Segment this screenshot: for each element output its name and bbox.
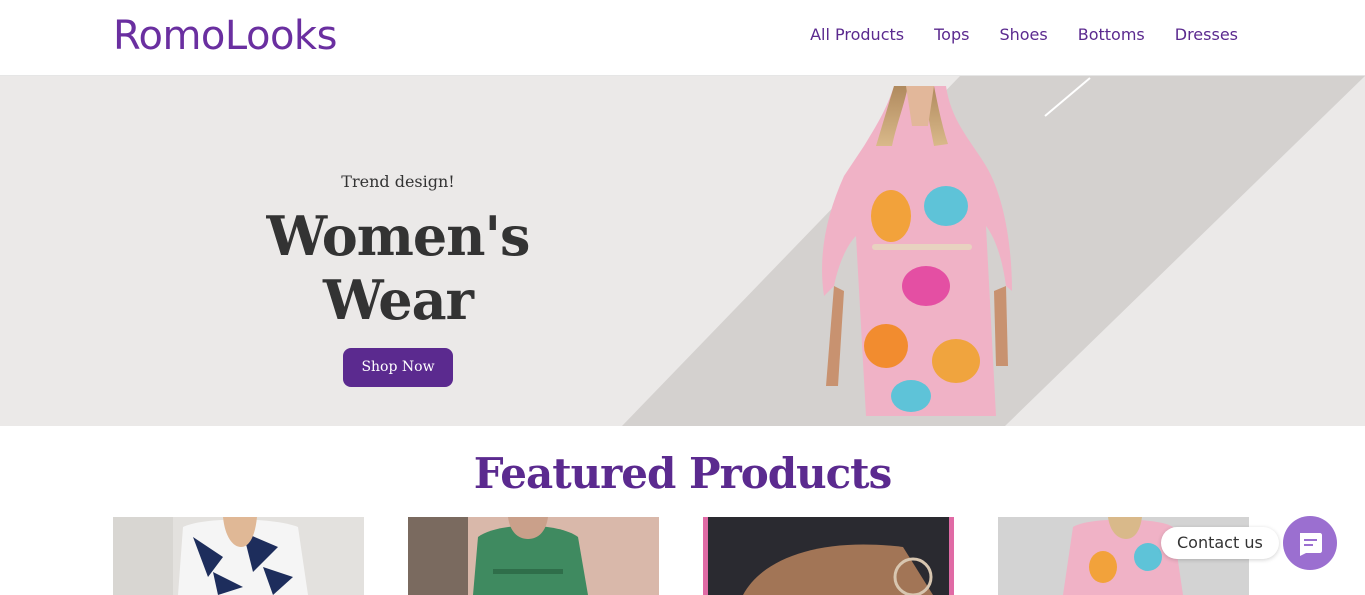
product-image [113, 517, 364, 595]
featured-products-heading: Featured Products [473, 449, 892, 498]
main-nav: All Products Tops Shoes Bottoms Dresses [810, 24, 1238, 46]
hero-text-block: Trend design! Women's Wear Shop Now [198, 170, 598, 387]
site-logo[interactable]: RomoLooks [113, 12, 337, 60]
contact-us-label[interactable]: Contact us [1161, 527, 1279, 559]
site-header: RomoLooks All Products Tops Shoes Bottom… [0, 0, 1365, 76]
product-image [408, 517, 659, 595]
product-card[interactable] [408, 517, 659, 595]
nav-all-products[interactable]: All Products [810, 24, 904, 46]
hero-banner: Trend design! Women's Wear Shop Now [0, 76, 1365, 426]
chat-icon [1300, 533, 1322, 556]
product-card[interactable] [703, 517, 954, 595]
nav-shoes[interactable]: Shoes [999, 24, 1047, 46]
contact-chat-button[interactable] [1283, 516, 1337, 570]
nav-bottoms[interactable]: Bottoms [1078, 24, 1145, 46]
nav-tops[interactable]: Tops [934, 24, 969, 46]
hero-eyebrow: Trend design! [341, 172, 455, 191]
product-image [703, 517, 954, 595]
product-card[interactable] [113, 517, 364, 595]
hero-model-image [822, 86, 1012, 416]
product-grid [113, 517, 1249, 595]
hero-title: Women's Wear [266, 204, 531, 332]
shop-now-button[interactable]: Shop Now [343, 348, 453, 387]
nav-dresses[interactable]: Dresses [1175, 24, 1238, 46]
